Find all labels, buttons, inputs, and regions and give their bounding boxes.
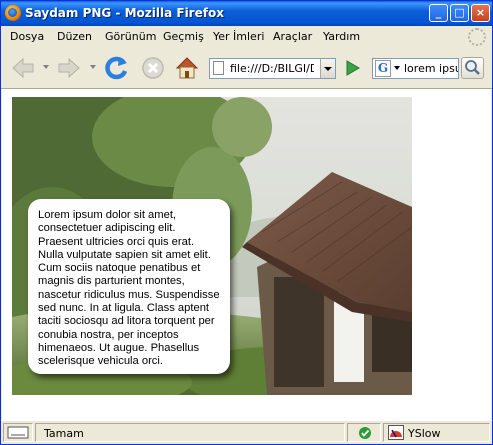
back-arrow-icon[interactable] xyxy=(9,54,37,82)
yslow-icon xyxy=(388,425,404,440)
stop-icon[interactable] xyxy=(139,54,167,82)
maximize-button[interactable]: □ xyxy=(450,4,469,22)
browser-window: Saydam PNG - Mozilla Firefox _ □ × Dosya… xyxy=(0,0,493,445)
text-bubble: Lorem ipsum dolor sit amet, consectetuer… xyxy=(28,199,230,374)
status-bar: Tamam YSlow xyxy=(1,420,492,444)
status-text: Tamam xyxy=(44,427,84,440)
address-bar[interactable]: file:///D:/BILGI/D xyxy=(209,58,336,79)
menu-yer-imleri[interactable]: Yer İmleri xyxy=(213,30,264,43)
page-icon xyxy=(213,61,224,75)
minimize-button[interactable]: _ xyxy=(429,4,448,22)
forward-history-dropdown[interactable] xyxy=(90,65,96,69)
menu-dosya[interactable]: Dosya xyxy=(10,30,44,43)
menu-gecmis[interactable]: Geçmiş xyxy=(163,30,204,43)
yslow-cell[interactable]: YSlow xyxy=(383,423,490,442)
search-button[interactable] xyxy=(461,57,484,79)
go-icon[interactable] xyxy=(341,57,363,79)
close-button[interactable]: × xyxy=(471,4,490,22)
navigation-toolbar: file:///D:/BILGI/D G lorem ipsum xyxy=(1,48,492,89)
window-title: Saydam PNG - Mozilla Firefox xyxy=(25,6,224,20)
page-content: Lorem ipsum dolor sit amet, consectetuer… xyxy=(2,89,491,420)
back-history-dropdown[interactable] xyxy=(43,65,49,69)
status-text-cell: Tamam xyxy=(35,423,345,442)
home-icon[interactable] xyxy=(173,54,201,82)
check-icon xyxy=(359,427,371,439)
status-security-cell[interactable] xyxy=(347,423,381,442)
url-history-dropdown[interactable] xyxy=(320,59,335,78)
reload-icon[interactable] xyxy=(103,54,131,82)
menu-bar: Dosya Düzen Görünüm Geçmiş Yer İmleri Ar… xyxy=(1,26,492,48)
search-box[interactable]: G lorem ipsum xyxy=(372,58,459,79)
bubble-text: Lorem ipsum dolor sit amet, consectetuer… xyxy=(38,209,220,368)
title-bar[interactable]: Saydam PNG - Mozilla Firefox _ □ × xyxy=(1,1,492,26)
magnifier-icon xyxy=(465,60,480,75)
firefox-icon xyxy=(5,5,21,21)
status-resize-cell xyxy=(3,423,33,442)
status-panel-icon xyxy=(7,426,29,439)
menu-yardim[interactable]: Yardım xyxy=(323,30,360,43)
search-engine-dropdown[interactable] xyxy=(394,66,400,70)
menu-gorunum[interactable]: Görünüm xyxy=(105,30,156,43)
forward-arrow-icon[interactable] xyxy=(55,54,83,82)
throbber-icon xyxy=(468,28,486,46)
url-text[interactable]: file:///D:/BILGI/D xyxy=(230,62,314,75)
search-input[interactable]: lorem ipsum xyxy=(404,62,458,75)
menu-araclar[interactable]: Araçlar xyxy=(273,30,312,43)
search-engine-icon[interactable]: G xyxy=(375,60,391,77)
yslow-label[interactable]: YSlow xyxy=(408,427,440,440)
menu-duzen[interactable]: Düzen xyxy=(57,30,92,43)
